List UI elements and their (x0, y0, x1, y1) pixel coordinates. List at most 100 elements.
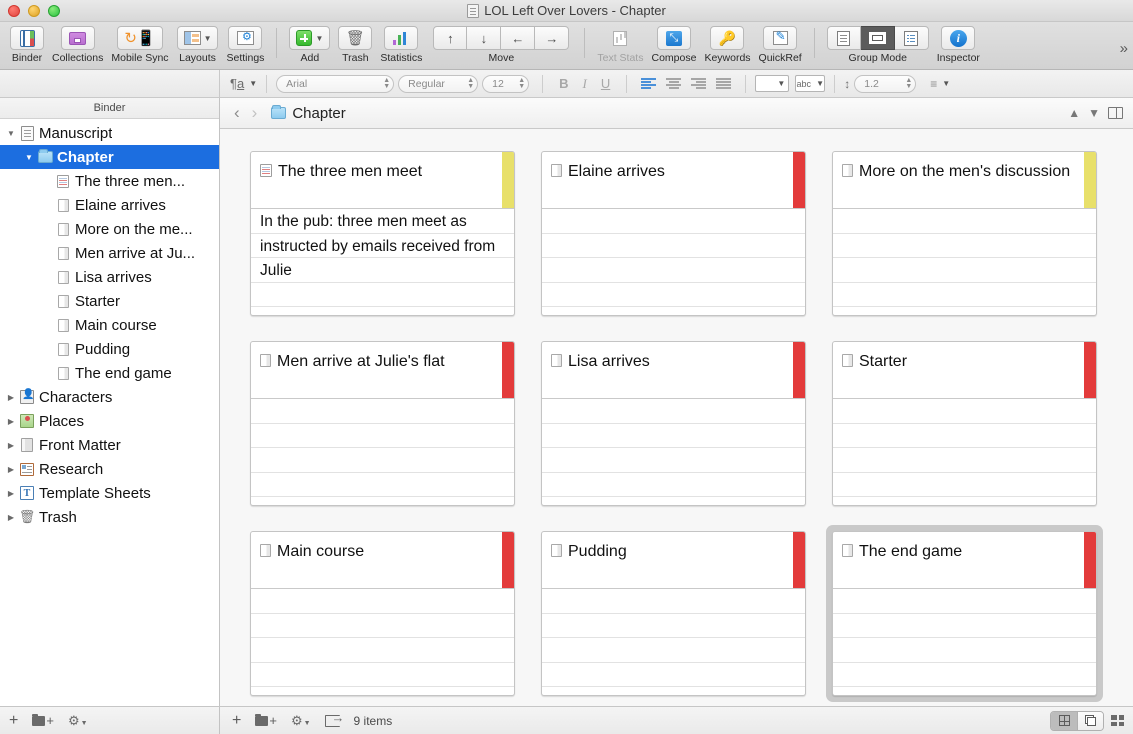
list-icon[interactable]: ≡ (930, 77, 937, 91)
text-color-well[interactable]: ▼ (755, 75, 790, 92)
index-card[interactable]: Elaine arrives (535, 145, 812, 322)
chevron-down-icon[interactable]: ▼ (942, 79, 950, 88)
add-folder-icon[interactable]: + (32, 713, 54, 728)
disclosure-triangle-closed-icon[interactable]: ▶ (4, 465, 18, 474)
underline-button[interactable]: U (594, 76, 617, 91)
zoom-button[interactable] (48, 5, 60, 17)
settings-gear-icon[interactable]: ⚙▼ (68, 713, 88, 729)
binder-item-front-matter[interactable]: ▶ Front Matter (0, 433, 219, 457)
toolbar-button-statistics[interactable]: Statistics (376, 26, 426, 64)
back-button[interactable]: ‹ (228, 103, 246, 123)
index-card[interactable]: The three men meet In the pub: three men … (244, 145, 521, 322)
index-card[interactable]: Starter (826, 335, 1103, 512)
add-folder-icon[interactable]: + (255, 713, 277, 728)
binder-item-chapter[interactable]: ▼ Chapter (0, 145, 219, 169)
align-justify-button[interactable] (716, 78, 732, 89)
index-card[interactable]: Pudding (535, 525, 812, 702)
align-right-button[interactable] (691, 78, 707, 89)
disclosure-triangle-closed-icon[interactable]: ▶ (4, 513, 18, 522)
corkboard-grid-button[interactable] (1051, 711, 1077, 730)
font-size-select[interactable]: 12 ▲ ▼ (482, 74, 530, 93)
move-up-button[interactable]: ↑ (433, 26, 468, 50)
disclosure-triangle-closed-icon[interactable]: ▶ (4, 417, 18, 426)
group-mode-outline-button[interactable] (826, 26, 861, 50)
toolbar-button-collections[interactable]: Collections (48, 26, 107, 64)
binder-item-template-sheets[interactable]: ▶ T Template Sheets (0, 481, 219, 505)
disclosure-triangle-closed-icon[interactable]: ▶ (4, 393, 18, 402)
binder-item-pudding[interactable]: Pudding (0, 337, 219, 361)
add-icon[interactable]: + (9, 712, 18, 728)
group-mode-corkboard-button[interactable] (860, 26, 895, 50)
card-synopsis[interactable] (260, 589, 505, 590)
corkboard[interactable]: The three men meet In the pub: three men … (220, 129, 1133, 706)
disclosure-triangle-open-icon[interactable]: ▼ (22, 153, 36, 162)
disclosure-triangle-closed-icon[interactable]: ▶ (4, 489, 18, 498)
binder-item-main-course[interactable]: Main course (0, 313, 219, 337)
toolbar-button-add[interactable]: ▼ Add (285, 26, 334, 64)
index-card[interactable]: The end game (826, 525, 1103, 702)
move-left-button[interactable]: ← (501, 26, 536, 50)
toolbar-button-inspector[interactable]: i Inspector (933, 26, 984, 64)
italic-button[interactable]: I (576, 76, 594, 92)
paragraph-style-button[interactable]: ¶a ▼ (230, 76, 257, 91)
toolbar-overflow-button[interactable]: » (1120, 40, 1128, 57)
card-synopsis[interactable]: In the pub: three men meet as instructed… (260, 209, 505, 284)
toolbar-button-keywords[interactable]: 🔑 Keywords (700, 26, 754, 64)
disclosure-triangle-open-icon[interactable]: ▼ (4, 129, 18, 138)
index-card[interactable]: Lisa arrives (535, 335, 812, 512)
binder-item-characters[interactable]: ▶ Characters (0, 385, 219, 409)
line-spacing-select[interactable]: 1.2 ▲ ▼ (854, 74, 917, 93)
group-mode-scrivenings-button[interactable] (894, 26, 929, 50)
toolbar-button-quickref[interactable]: QuickRef (755, 26, 806, 64)
move-down-button[interactable]: ↓ (467, 26, 502, 50)
toolbar-button-binder[interactable]: Binder (6, 26, 48, 64)
binder-item-lisa-arrives[interactable]: Lisa arrives (0, 265, 219, 289)
card-synopsis[interactable] (551, 399, 796, 400)
chevron-down-icon[interactable]: ▼ (1088, 106, 1100, 120)
export-icon[interactable] (324, 710, 345, 727)
binder-item-the-end-game[interactable]: The end game (0, 361, 219, 385)
align-left-button[interactable] (641, 78, 657, 89)
binder-item-men-arrive-at-ju[interactable]: Men arrive at Ju... (0, 241, 219, 265)
index-card[interactable]: Men arrive at Julie's flat (244, 335, 521, 512)
card-synopsis[interactable] (842, 209, 1087, 210)
toolbar-button-settings[interactable]: Settings (222, 26, 268, 64)
align-center-button[interactable] (666, 78, 682, 89)
binder-item-more-on-the-me[interactable]: More on the me... (0, 217, 219, 241)
font-family-select[interactable]: Arial ▲ ▼ (276, 74, 395, 93)
move-right-button[interactable]: → (535, 26, 570, 50)
binder-list[interactable]: ▼ Manuscript ▼ Chapter The three men... Elain… (0, 119, 219, 706)
binder-item-starter[interactable]: Starter (0, 289, 219, 313)
binder-item-places[interactable]: ▶ Places (0, 409, 219, 433)
minimize-button[interactable] (28, 5, 40, 17)
card-synopsis[interactable] (551, 209, 796, 210)
close-button[interactable] (8, 5, 20, 17)
font-style-select[interactable]: Regular ▲ ▼ (398, 74, 479, 93)
binder-item-trash[interactable]: ▶ 🗑 Trash (0, 505, 219, 529)
card-synopsis[interactable] (842, 589, 1087, 590)
disclosure-triangle-closed-icon[interactable]: ▶ (4, 441, 18, 450)
binder-item-manuscript[interactable]: ▼ Manuscript (0, 121, 219, 145)
toolbar-button-compose[interactable]: ⤡ Compose (647, 26, 700, 64)
binder-item-elaine-arrives[interactable]: Elaine arrives (0, 193, 219, 217)
binder-item-the-three-men[interactable]: The three men... (0, 169, 219, 193)
split-view-icon[interactable] (1108, 107, 1123, 119)
chevron-up-icon[interactable]: ▲ (1068, 106, 1080, 120)
card-synopsis[interactable] (842, 399, 1087, 400)
toolbar-button-layouts[interactable]: ▼ Layouts (173, 26, 223, 64)
card-synopsis[interactable] (551, 589, 796, 590)
toolbar-button-trash[interactable]: 🗑 Trash (334, 26, 376, 64)
toolbar-button-mobile-sync[interactable]: ↻📱 Mobile Sync (107, 26, 172, 64)
forward-button[interactable]: › (246, 103, 264, 123)
index-card[interactable]: Main course (244, 525, 521, 702)
card-synopsis[interactable] (260, 399, 505, 400)
add-icon[interactable]: + (232, 712, 241, 728)
index-card[interactable]: More on the men's discussion (826, 145, 1103, 322)
tiles-icon[interactable] (1111, 715, 1124, 726)
highlight-button[interactable]: abc ▼ (795, 75, 826, 92)
settings-gear-icon[interactable]: ⚙▼ (291, 713, 311, 729)
corkboard-freeform-button[interactable] (1077, 711, 1103, 730)
bold-button[interactable]: B (552, 76, 575, 91)
toolbar-button-text-stats[interactable]: Text Stats (593, 26, 647, 64)
binder-item-research[interactable]: ▶ Research (0, 457, 219, 481)
